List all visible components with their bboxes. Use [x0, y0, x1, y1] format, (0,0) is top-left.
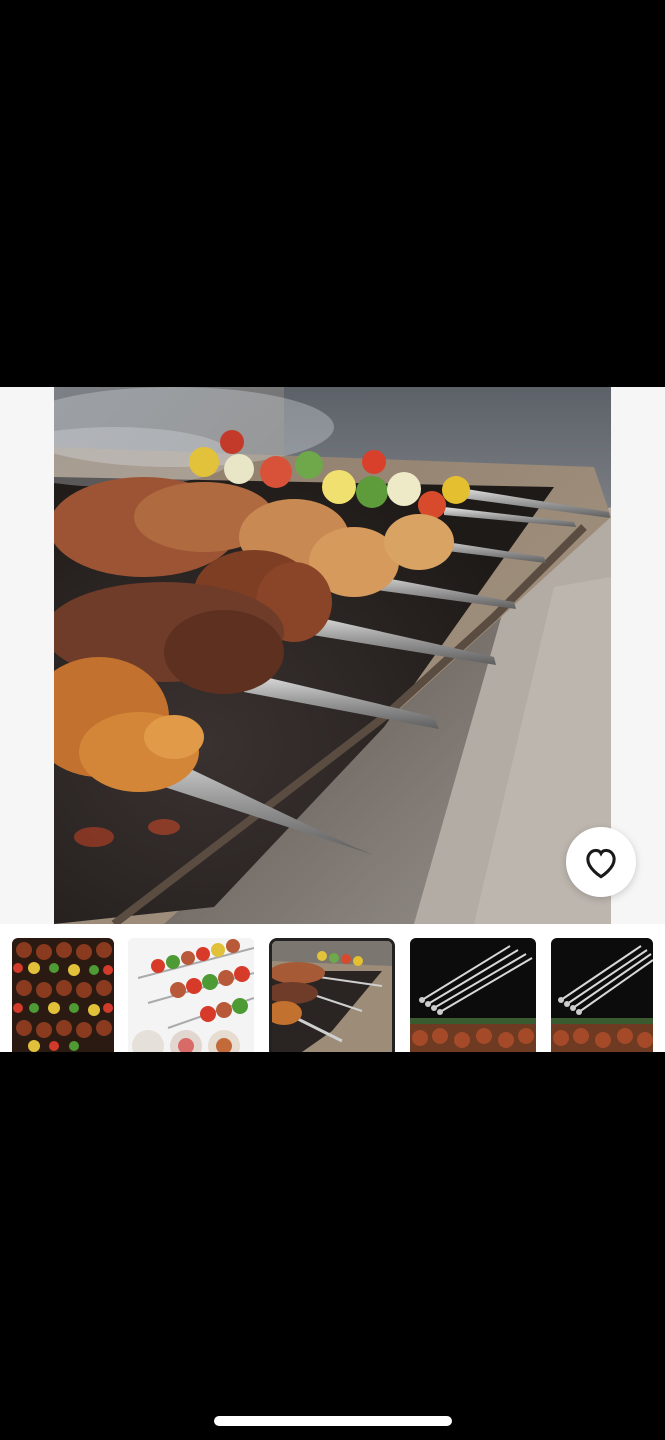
thumbnail-5[interactable] — [551, 938, 653, 1052]
thumbnail-1[interactable] — [12, 938, 114, 1052]
favorite-button[interactable] — [566, 827, 636, 897]
home-indicator[interactable] — [214, 1416, 452, 1426]
main-product-photo[interactable] — [54, 387, 611, 924]
thumbnail-strip[interactable] — [0, 924, 665, 1052]
image-viewer[interactable] — [0, 387, 665, 924]
heart-outline-icon — [586, 848, 616, 879]
vegetable-meat-skewers-thumbnail — [128, 938, 254, 1052]
colorful-kebab-skewers-thumbnail — [12, 938, 114, 1052]
black-metal-skewers-thumbnail — [551, 938, 653, 1052]
screen — [0, 0, 665, 1440]
black-metal-skewers-thumbnail — [410, 938, 536, 1052]
bbq-skewers-on-grill-thumbnail — [272, 941, 392, 1052]
thumbnail-4[interactable] — [410, 938, 536, 1052]
thumbnail-2[interactable] — [128, 938, 254, 1052]
bbq-skewers-photo — [54, 387, 611, 924]
thumbnail-3-selected[interactable] — [269, 938, 395, 1052]
